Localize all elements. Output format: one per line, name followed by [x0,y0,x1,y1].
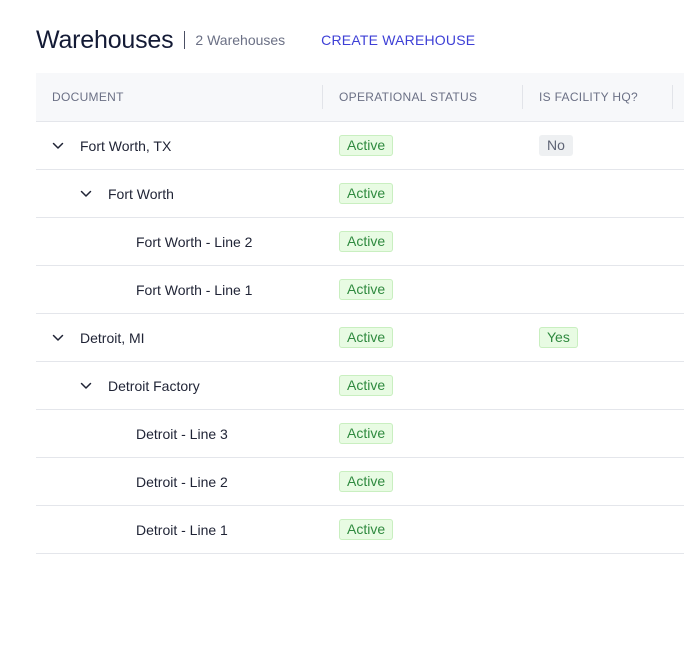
document-name[interactable]: Detroit, MI [80,330,145,346]
table-row[interactable]: Fort Worth - Line 2 Active [36,218,684,266]
column-separator [522,85,523,109]
table-row[interactable]: Fort Worth Active [36,170,684,218]
table-row[interactable]: Detroit Factory Active [36,362,684,410]
document-name[interactable]: Detroit - Line 2 [136,474,228,490]
status-badge: Active [339,231,394,252]
page-header: Warehouses 2 Warehouses CREATE WAREHOUSE [36,24,475,56]
document-cell: Detroit - Line 1 [136,506,228,553]
document-cell: Fort Worth - Line 2 [136,218,252,265]
chevron-down-icon[interactable] [80,380,92,392]
document-name[interactable]: Detroit - Line 1 [136,522,228,538]
table-body: Fort Worth, TX Active No Fort Worth Active Fo… [36,122,684,554]
document-name[interactable]: Detroit - Line 3 [136,426,228,442]
table-row[interactable]: Detroit - Line 1 Active [36,506,684,554]
table-row[interactable]: Detroit - Line 2 Active [36,458,684,506]
document-cell: Detroit, MI [52,314,145,361]
document-cell: Detroit - Line 3 [136,410,228,457]
status-badge: Active [339,183,394,204]
document-cell: Detroit - Line 2 [136,458,228,505]
document-name[interactable]: Detroit Factory [108,378,200,394]
column-header-document[interactable]: DOCUMENT [52,73,124,121]
document-cell: Fort Worth - Line 1 [136,266,252,313]
status-badge: Active [339,135,394,156]
column-header-is-facility-hq[interactable]: IS FACILITY HQ? [539,73,638,121]
table-row[interactable]: Detroit - Line 3 Active [36,410,684,458]
table-header: DOCUMENT OPERATIONAL STATUS IS FACILITY … [36,73,684,122]
title-divider [184,31,186,49]
document-name[interactable]: Fort Worth [108,186,174,202]
status-badge: Active [339,471,394,492]
create-warehouse-button[interactable]: CREATE WAREHOUSE [321,24,475,56]
table-row[interactable]: Detroit, MI Active Yes [36,314,684,362]
document-name[interactable]: Fort Worth, TX [80,138,171,154]
column-separator [322,85,323,109]
document-cell: Fort Worth [80,170,174,217]
page-title: Warehouses [36,26,174,54]
table-row[interactable]: Fort Worth, TX Active No [36,122,684,170]
document-cell: Detroit Factory [80,362,200,409]
warehouses-page: Warehouses 2 Warehouses CREATE WAREHOUSE… [0,0,684,667]
warehouse-count: 2 Warehouses [195,32,286,48]
status-badge: Active [339,327,394,348]
status-badge: Active [339,279,394,300]
hq-badge: Yes [539,327,578,348]
column-separator [672,85,673,109]
document-name[interactable]: Fort Worth - Line 1 [136,282,252,298]
status-badge: Active [339,519,394,540]
status-badge: Active [339,375,394,396]
chevron-down-icon[interactable] [52,332,64,344]
document-cell: Fort Worth, TX [52,122,171,169]
document-name[interactable]: Fort Worth - Line 2 [136,234,252,250]
column-header-operational-status[interactable]: OPERATIONAL STATUS [339,73,477,121]
chevron-down-icon[interactable] [80,188,92,200]
hq-badge: No [539,135,573,156]
warehouses-table: DOCUMENT OPERATIONAL STATUS IS FACILITY … [36,73,684,554]
table-row[interactable]: Fort Worth - Line 1 Active [36,266,684,314]
chevron-down-icon[interactable] [52,140,64,152]
status-badge: Active [339,423,394,444]
